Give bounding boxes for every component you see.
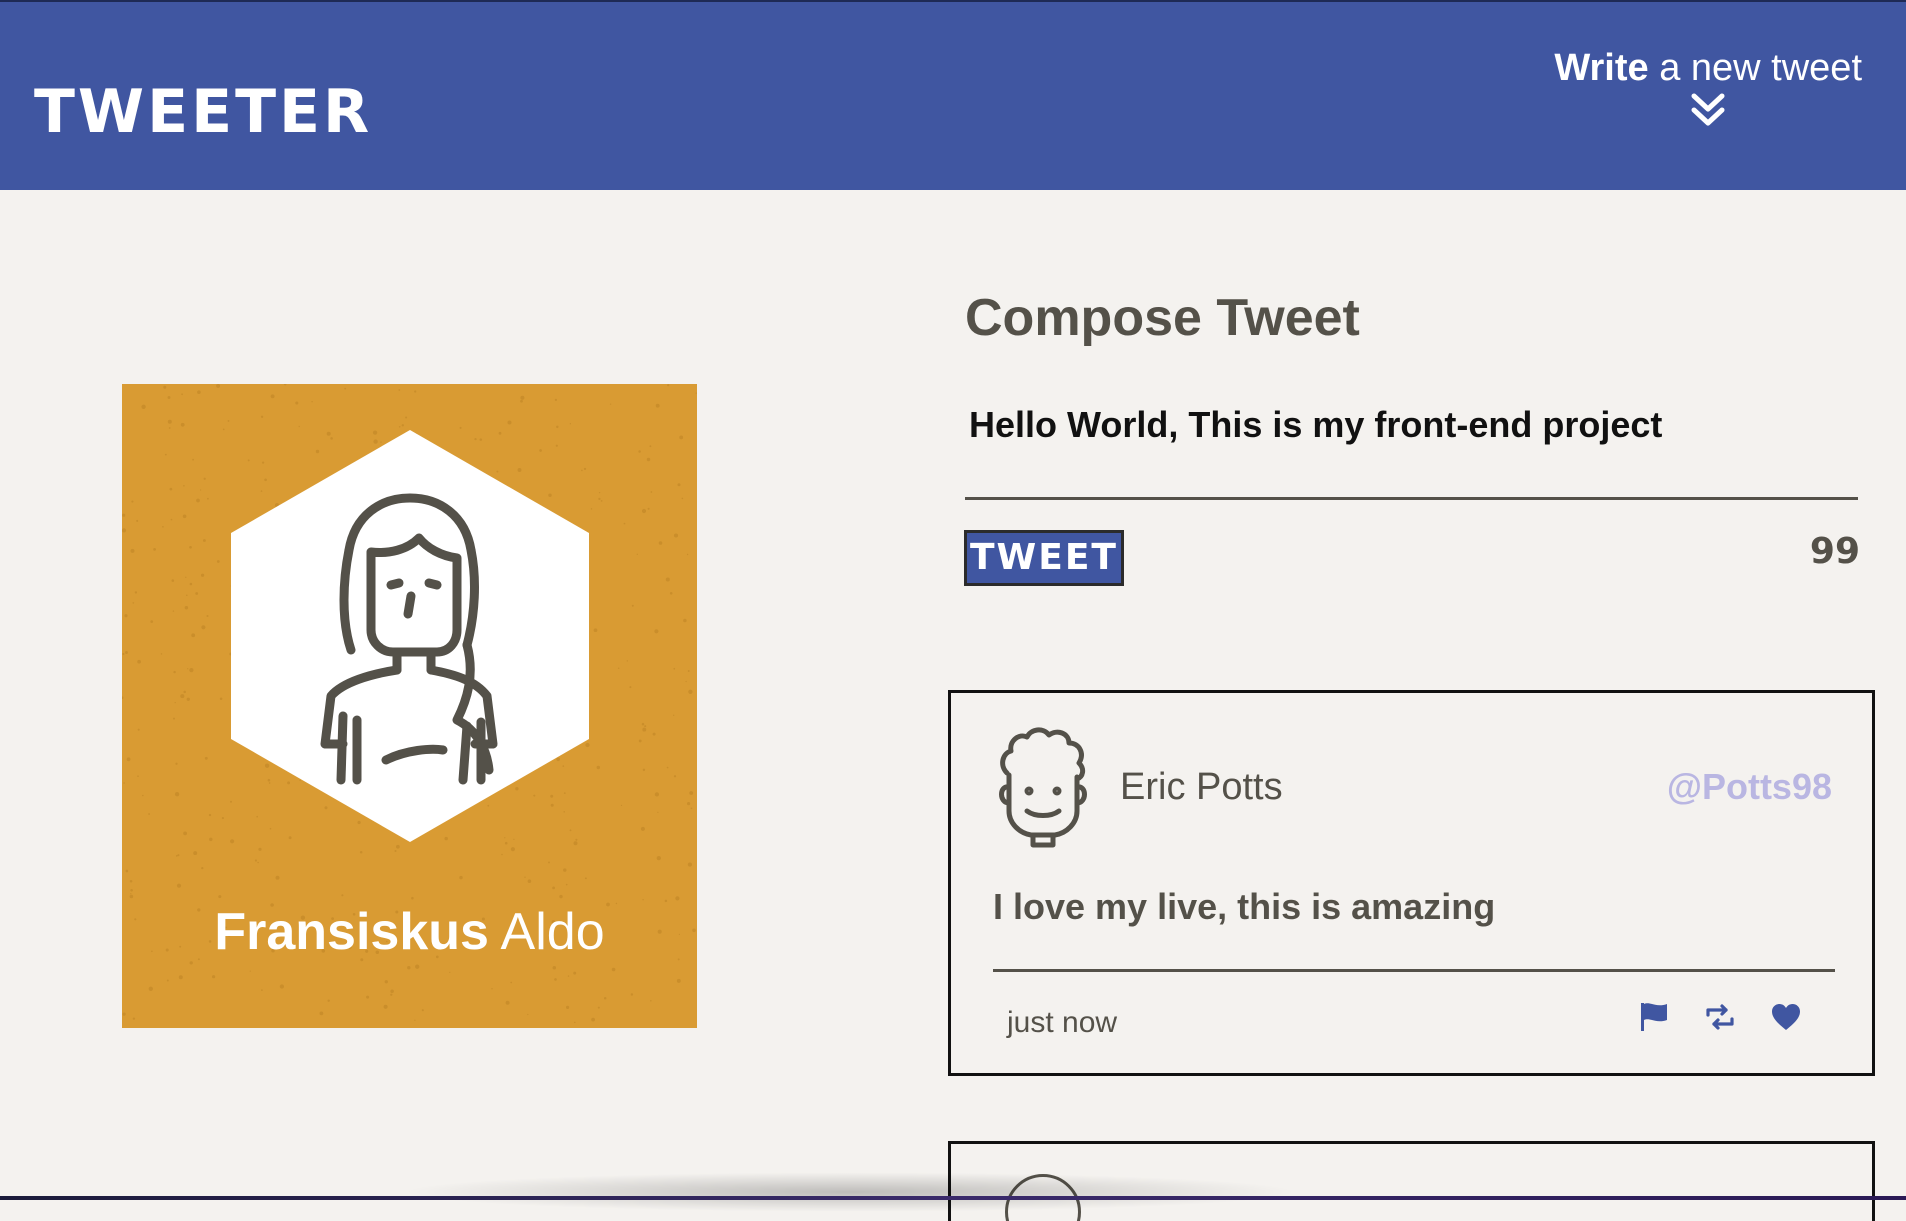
compose-textarea[interactable] [965, 396, 1858, 500]
tweet-body: I love my live, this is amazing [993, 886, 1496, 927]
write-new-tweet-toggle[interactable]: Write a new tweet [1554, 46, 1862, 128]
char-counter: 99 [1809, 531, 1860, 572]
top-nav: TWEETER Write a new tweet [0, 0, 1906, 190]
heart-icon[interactable] [1770, 1001, 1802, 1033]
write-rest-text: a new tweet [1648, 47, 1862, 89]
profile-name: Fransiskus Aldo [122, 902, 697, 962]
tweet-card: Eric Potts @Potts98 I love my live, this… [948, 690, 1875, 1076]
write-new-tweet-label[interactable]: Write a new tweet [1554, 46, 1862, 90]
brand-logo[interactable]: TWEETER [34, 68, 372, 156]
tweet-timestamp: just now [1007, 1006, 1118, 1039]
tweet-actions [1638, 1001, 1802, 1033]
profile-first-name: Fransiskus [214, 903, 489, 961]
tweet-divider [993, 969, 1835, 972]
compose-title: Compose Tweet [965, 289, 1360, 347]
dock-shadow [400, 1172, 1300, 1212]
flag-icon[interactable] [1638, 1001, 1670, 1033]
retweet-icon[interactable] [1704, 1001, 1736, 1033]
profile-last-name: Aldo [488, 903, 605, 961]
profile-hexagon [231, 430, 589, 842]
tweet-author-name: Eric Potts [1120, 766, 1283, 808]
desktop-edge [0, 1196, 1906, 1200]
double-chevron-down-icon[interactable] [1691, 92, 1725, 128]
tweet-author-handle: @Potts98 [1666, 766, 1832, 807]
tweet-submit-button[interactable]: TWEET [964, 530, 1124, 586]
write-bold-text: Write [1554, 47, 1649, 89]
profile-card: Fransiskus Aldo [122, 384, 697, 1028]
user-avatar-icon [999, 727, 1087, 848]
